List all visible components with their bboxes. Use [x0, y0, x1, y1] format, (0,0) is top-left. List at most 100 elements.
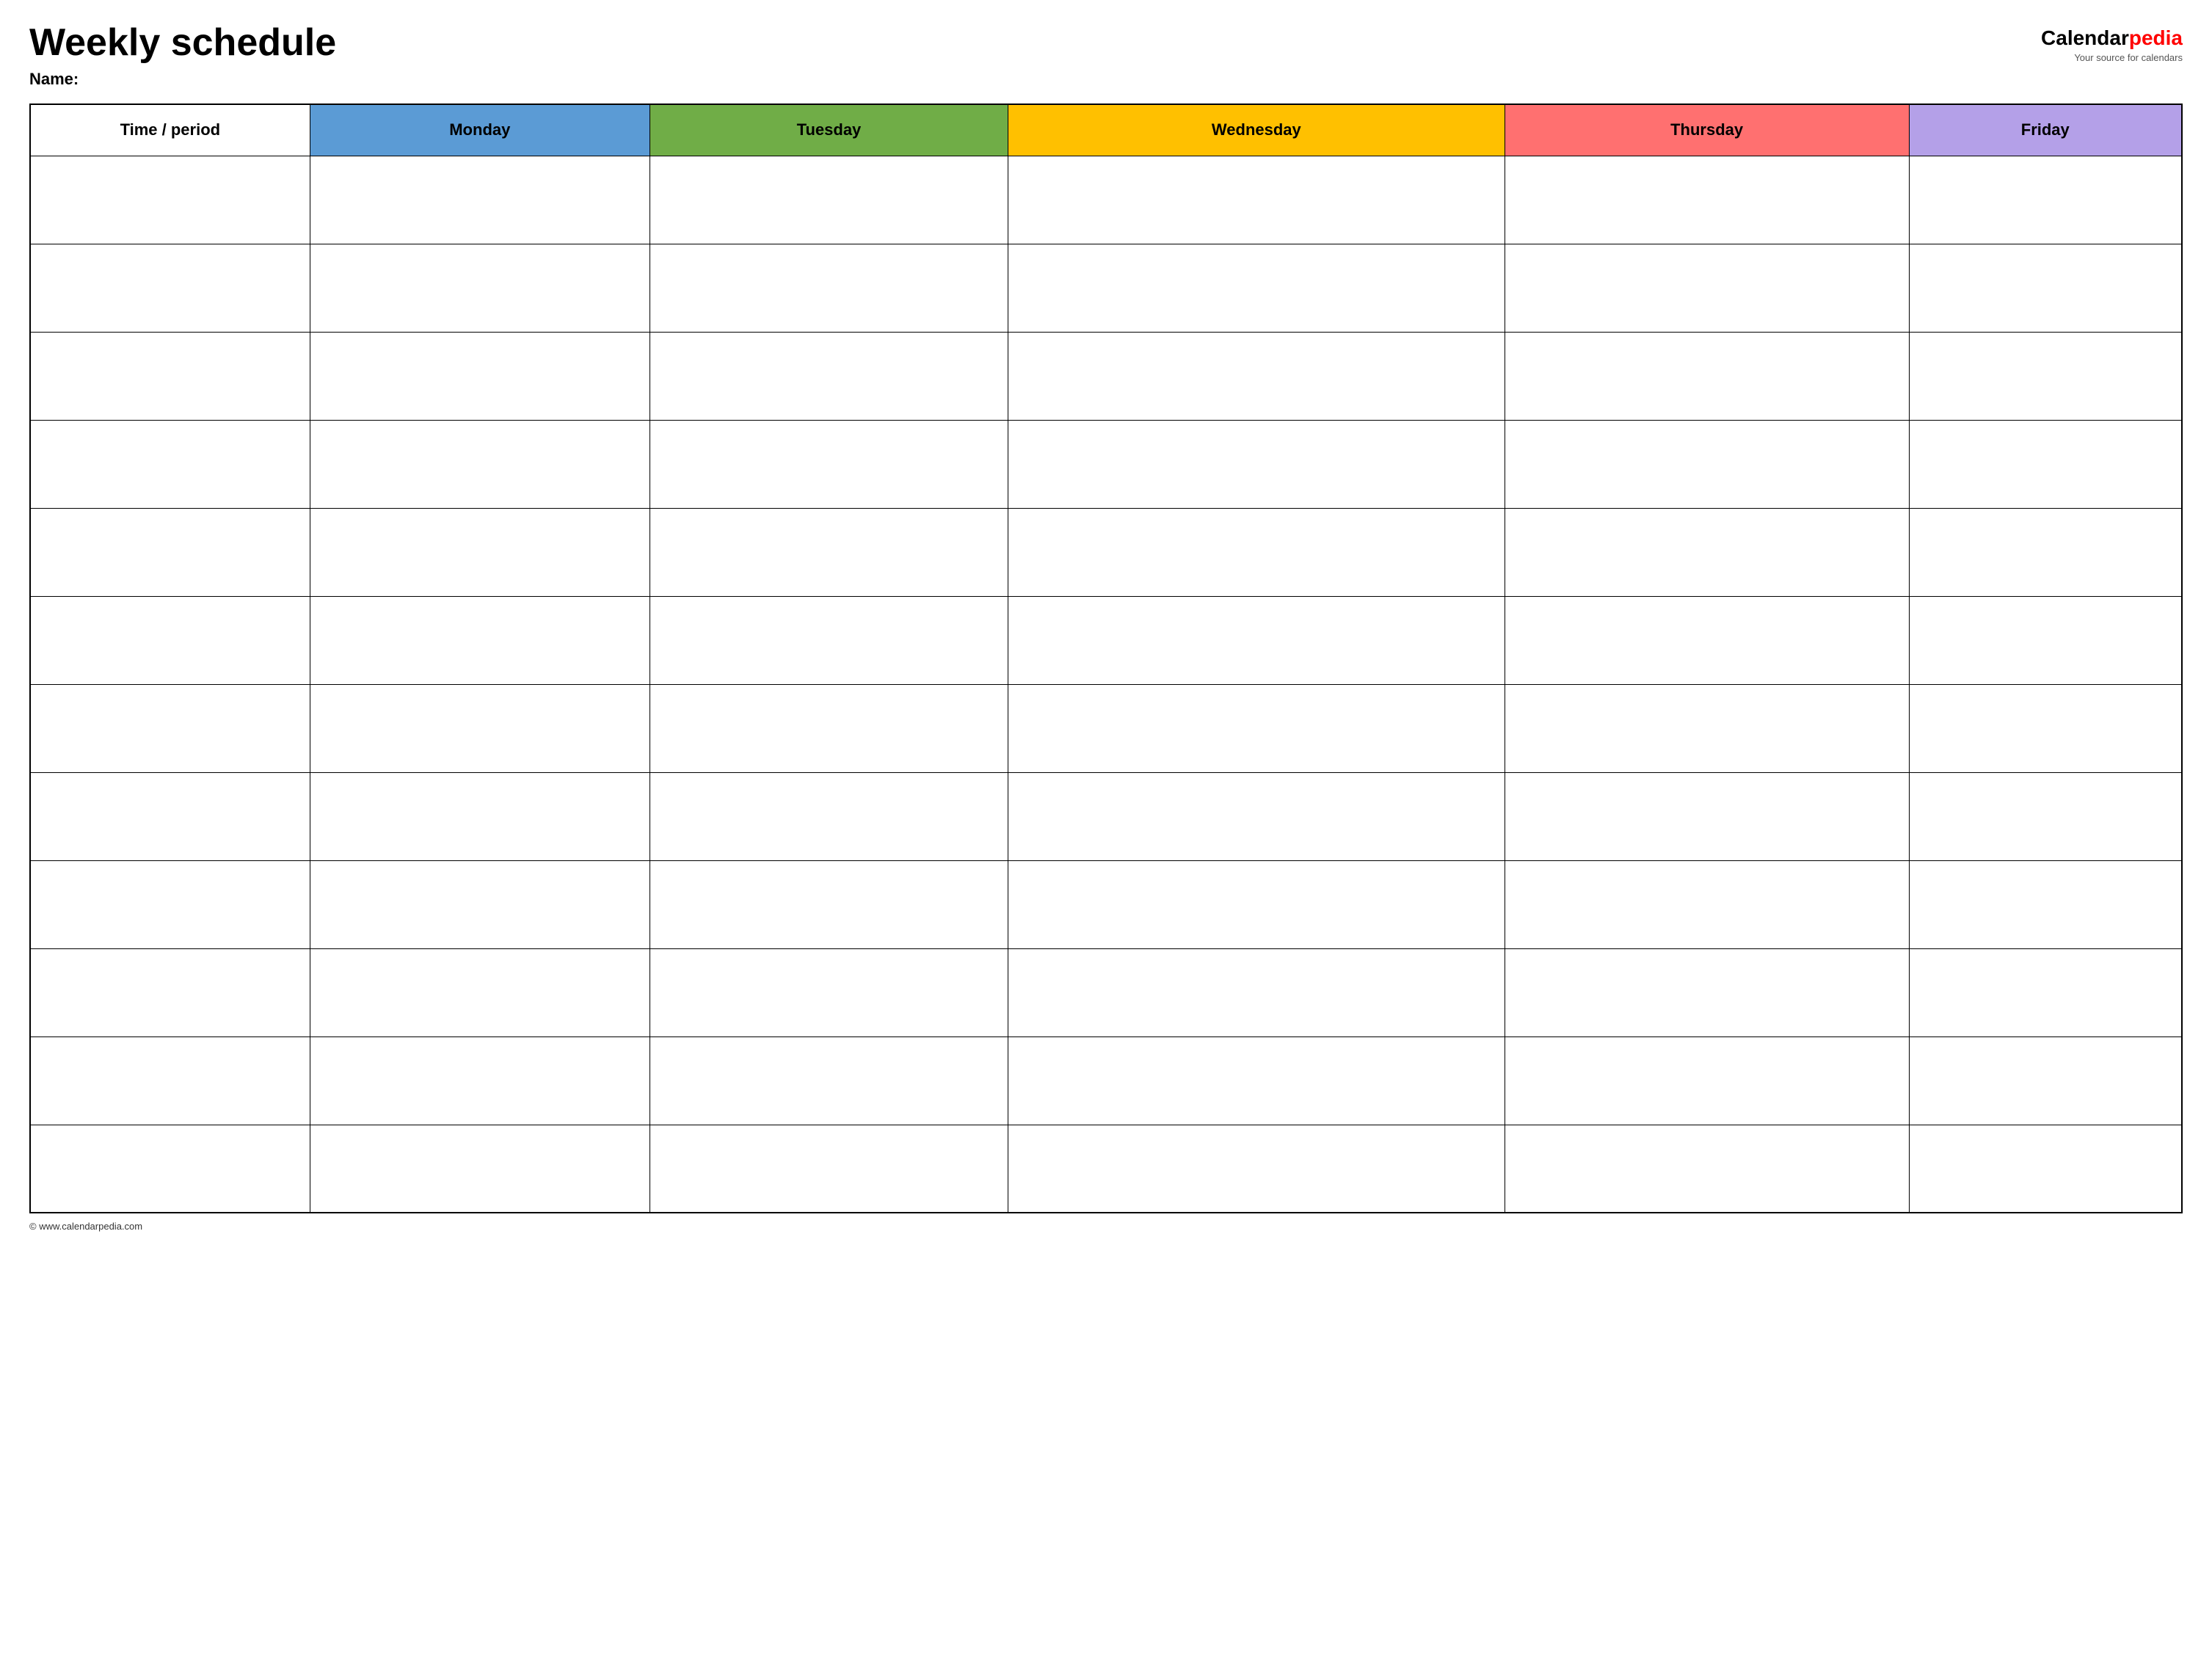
logo-calendar-part: Calendar: [2041, 26, 2129, 49]
table-row: [30, 772, 2182, 860]
schedule-cell[interactable]: [1505, 1037, 1909, 1125]
schedule-cell[interactable]: [650, 948, 1008, 1037]
schedule-cell[interactable]: [1008, 684, 1505, 772]
schedule-cell[interactable]: [1909, 332, 2182, 420]
schedule-cell[interactable]: [1008, 244, 1505, 332]
schedule-body: [30, 156, 2182, 1213]
schedule-cell[interactable]: [1505, 332, 1909, 420]
schedule-cell[interactable]: [1008, 596, 1505, 684]
schedule-cell[interactable]: [1008, 948, 1505, 1037]
time-cell[interactable]: [30, 1037, 310, 1125]
table-row: [30, 948, 2182, 1037]
time-cell[interactable]: [30, 860, 310, 948]
time-cell[interactable]: [30, 332, 310, 420]
col-header-thursday: Thursday: [1505, 104, 1909, 156]
schedule-cell[interactable]: [1505, 156, 1909, 244]
table-row: [30, 332, 2182, 420]
time-cell[interactable]: [30, 1125, 310, 1213]
title-section: Weekly schedule Name:: [29, 22, 336, 89]
time-cell[interactable]: [30, 684, 310, 772]
schedule-cell[interactable]: [650, 860, 1008, 948]
schedule-cell[interactable]: [310, 156, 650, 244]
schedule-cell[interactable]: [1909, 1037, 2182, 1125]
schedule-cell[interactable]: [1505, 684, 1909, 772]
schedule-cell[interactable]: [1008, 860, 1505, 948]
schedule-cell[interactable]: [310, 684, 650, 772]
table-row: [30, 684, 2182, 772]
schedule-cell[interactable]: [310, 860, 650, 948]
schedule-cell[interactable]: [650, 1037, 1008, 1125]
schedule-cell[interactable]: [1909, 684, 2182, 772]
table-row: [30, 596, 2182, 684]
schedule-cell[interactable]: [310, 508, 650, 596]
table-row: [30, 420, 2182, 508]
schedule-cell[interactable]: [310, 1037, 650, 1125]
schedule-cell[interactable]: [1008, 508, 1505, 596]
schedule-cell[interactable]: [1505, 860, 1909, 948]
schedule-cell[interactable]: [1505, 420, 1909, 508]
schedule-cell[interactable]: [1909, 156, 2182, 244]
table-header-row: Time / period Monday Tuesday Wednesday T…: [30, 104, 2182, 156]
schedule-cell[interactable]: [650, 1125, 1008, 1213]
schedule-cell[interactable]: [1505, 244, 1909, 332]
table-row: [30, 1037, 2182, 1125]
schedule-cell[interactable]: [650, 332, 1008, 420]
schedule-cell[interactable]: [1505, 772, 1909, 860]
schedule-cell[interactable]: [310, 244, 650, 332]
table-row: [30, 1125, 2182, 1213]
schedule-cell[interactable]: [1008, 156, 1505, 244]
schedule-cell[interactable]: [650, 244, 1008, 332]
table-row: [30, 508, 2182, 596]
schedule-cell[interactable]: [1909, 508, 2182, 596]
schedule-cell[interactable]: [1909, 948, 2182, 1037]
schedule-cell[interactable]: [1008, 1125, 1505, 1213]
schedule-cell[interactable]: [1505, 1125, 1909, 1213]
schedule-cell[interactable]: [1909, 860, 2182, 948]
schedule-cell[interactable]: [1909, 244, 2182, 332]
logo-tagline: Your source for calendars: [2074, 52, 2183, 63]
page-header: Weekly schedule Name: Calendarpedia Your…: [29, 22, 2183, 89]
schedule-cell[interactable]: [650, 596, 1008, 684]
page-title: Weekly schedule: [29, 22, 336, 64]
col-header-tuesday: Tuesday: [650, 104, 1008, 156]
schedule-cell[interactable]: [650, 156, 1008, 244]
table-row: [30, 156, 2182, 244]
schedule-cell[interactable]: [1909, 596, 2182, 684]
schedule-cell[interactable]: [310, 420, 650, 508]
schedule-cell[interactable]: [1909, 420, 2182, 508]
schedule-cell[interactable]: [650, 420, 1008, 508]
time-cell[interactable]: [30, 156, 310, 244]
time-cell[interactable]: [30, 948, 310, 1037]
logo-text: Calendarpedia: [2041, 26, 2183, 51]
name-label: Name:: [29, 70, 336, 89]
table-row: [30, 244, 2182, 332]
footer: © www.calendarpedia.com: [29, 1221, 2183, 1232]
schedule-cell[interactable]: [1505, 596, 1909, 684]
schedule-cell[interactable]: [1505, 948, 1909, 1037]
schedule-cell[interactable]: [650, 508, 1008, 596]
schedule-cell[interactable]: [310, 596, 650, 684]
time-cell[interactable]: [30, 772, 310, 860]
schedule-cell[interactable]: [1909, 772, 2182, 860]
table-row: [30, 860, 2182, 948]
schedule-cell[interactable]: [310, 332, 650, 420]
col-header-friday: Friday: [1909, 104, 2182, 156]
time-cell[interactable]: [30, 508, 310, 596]
schedule-cell[interactable]: [310, 772, 650, 860]
schedule-cell[interactable]: [310, 948, 650, 1037]
schedule-cell[interactable]: [650, 684, 1008, 772]
schedule-cell[interactable]: [1909, 1125, 2182, 1213]
col-header-time: Time / period: [30, 104, 310, 156]
schedule-cell[interactable]: [1505, 508, 1909, 596]
schedule-cell[interactable]: [1008, 772, 1505, 860]
time-cell[interactable]: [30, 596, 310, 684]
schedule-cell[interactable]: [1008, 420, 1505, 508]
col-header-wednesday: Wednesday: [1008, 104, 1505, 156]
copyright-text: © www.calendarpedia.com: [29, 1221, 142, 1232]
schedule-cell[interactable]: [650, 772, 1008, 860]
schedule-cell[interactable]: [1008, 332, 1505, 420]
schedule-cell[interactable]: [1008, 1037, 1505, 1125]
schedule-cell[interactable]: [310, 1125, 650, 1213]
time-cell[interactable]: [30, 420, 310, 508]
time-cell[interactable]: [30, 244, 310, 332]
